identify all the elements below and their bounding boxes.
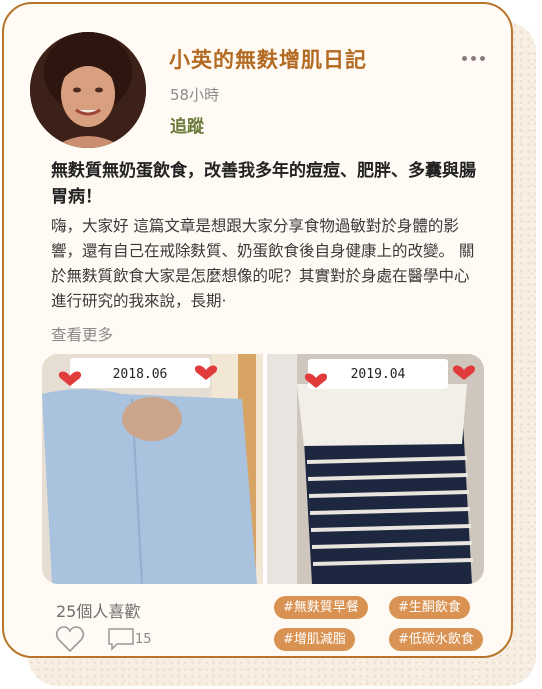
more-dots-icon[interactable] bbox=[462, 50, 488, 66]
post-body: 嗨，大家好 這篇文章是想跟大家分享食物過敏對於身體的影響，還有自己在戒除麩質、奶… bbox=[51, 217, 475, 310]
tag-low-carb-diet[interactable]: #低碳水飲食 bbox=[389, 628, 483, 651]
heart-outline-icon[interactable] bbox=[55, 625, 85, 653]
avatar[interactable] bbox=[30, 32, 146, 148]
dot bbox=[462, 55, 467, 61]
comment-count: 15 bbox=[135, 632, 152, 647]
tag-muscle-fat-loss[interactable]: #增肌減脂 bbox=[274, 628, 355, 651]
post-card: 小英的無麩增肌日記 58小時 追蹤 無麩質無奶蛋飲食，改善我多年的痘痘、肥胖、多… bbox=[2, 2, 513, 658]
post-time: 58小時 bbox=[170, 86, 220, 104]
tag-keto-diet[interactable]: #生酮飲食 bbox=[389, 596, 470, 619]
tag-gluten-free-breakfast[interactable]: #無麩質早餐 bbox=[274, 596, 368, 619]
post-title[interactable]: 無麩質無奶蛋飲食，改善我多年的痘痘、肥胖、多囊與腸胃病！ bbox=[51, 158, 481, 210]
likes-count[interactable]: 25個人喜歡 bbox=[56, 598, 140, 622]
author-name[interactable]: 小英的無麩增肌日記 bbox=[169, 44, 367, 74]
photo-right-label: 2019.04 bbox=[351, 367, 406, 382]
see-more-link[interactable]: 查看更多 bbox=[51, 323, 113, 345]
dot bbox=[480, 55, 485, 61]
dot bbox=[471, 55, 476, 61]
follow-button[interactable]: 追蹤 bbox=[170, 112, 204, 137]
comment-bubble-icon[interactable] bbox=[107, 627, 135, 651]
avatar-image bbox=[30, 32, 146, 148]
post-photo[interactable]: 2018.06 2019.04 bbox=[42, 354, 484, 584]
photo-left-label: 2018.06 bbox=[113, 367, 168, 382]
